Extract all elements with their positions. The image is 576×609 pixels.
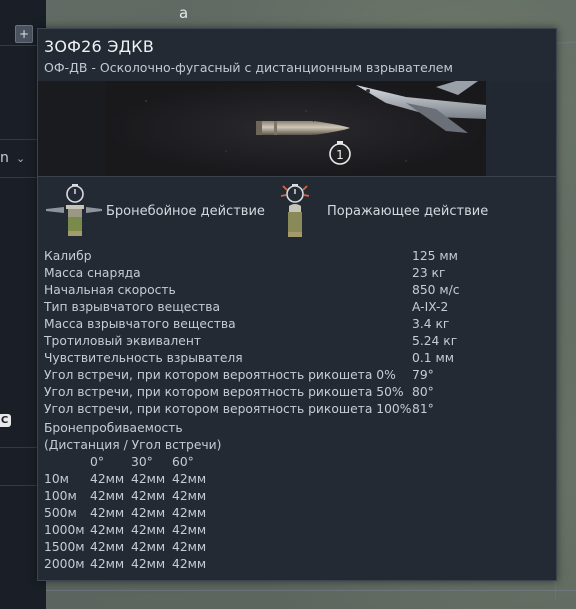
param-value: 79° — [412, 368, 434, 382]
penetration-cell: 42мм — [90, 472, 125, 486]
penetration-cell: 42мм — [131, 489, 166, 503]
shell-damaging-icon — [280, 184, 310, 237]
param-name: Угол встречи, при котором вероятность ри… — [44, 385, 404, 399]
angle-header: 30° — [131, 455, 153, 469]
penetration-row: 100м 42мм 42мм 42мм — [44, 488, 221, 505]
param-name: Масса снаряда — [44, 266, 141, 280]
penetration-cell: 42мм — [90, 506, 125, 520]
param-row: Масса снаряда 23 кг — [44, 265, 544, 282]
penetration-row: 1500м 42мм 42мм 42мм — [44, 539, 221, 556]
penetration-cell: 42мм — [131, 523, 166, 537]
distance-cell: 100м — [44, 489, 77, 503]
preview-left-area — [38, 81, 106, 176]
preview-badge: 1 — [336, 148, 344, 162]
penetration-row: 1000м 42мм 42мм 42мм — [44, 522, 221, 539]
divider — [38, 176, 556, 177]
penetration-cell: 42мм — [131, 472, 166, 486]
param-row: Калибр 125 мм — [44, 248, 544, 265]
param-name: Начальная скорость — [44, 283, 176, 297]
param-value: 80° — [412, 385, 434, 399]
distance-cell: 1000м — [44, 523, 85, 537]
penetration-cell: 42мм — [90, 540, 125, 554]
distance-cell: 10м — [44, 472, 69, 486]
shell-preview: 1 — [106, 81, 486, 176]
map-label: a — [179, 4, 189, 22]
damaging-label: Поражающее действие — [327, 204, 489, 219]
penetration-cell: 42мм — [90, 523, 125, 537]
param-value: 125 мм — [412, 249, 458, 263]
param-name: Калибр — [44, 249, 92, 263]
penetration-cell: 42мм — [90, 489, 125, 503]
shell-parameters: Калибр 125 мм Масса снаряда 23 кг Начальна… — [44, 248, 544, 418]
armor-piercing-label: Бронебойное действие — [106, 204, 265, 219]
param-row: Чувствительность взрывателя 0.1 мм — [44, 350, 544, 367]
param-value: 5.24 кг — [412, 334, 458, 348]
penetration-cell: 42мм — [90, 557, 125, 571]
param-value: A-IX-2 — [412, 300, 449, 314]
penetration-row: 10м 42мм 42мм 42мм — [44, 471, 221, 488]
add-button[interactable]: + — [15, 25, 33, 43]
penetration-subtitle: (Дистанция / Угол встречи) — [44, 438, 222, 452]
param-name: Масса взрывчатого вещества — [44, 317, 236, 331]
panel-select-text: n — [0, 150, 9, 166]
penetration-cell: 42мм — [172, 540, 207, 554]
param-name: Угол встречи, при котором вероятность ри… — [44, 368, 396, 382]
distance-cell: 500м — [44, 506, 77, 520]
shell-armor-piercing-icon — [46, 184, 102, 236]
preview-scene: 1 — [106, 81, 486, 176]
penetration-row: 500м 42мм 42мм 42мм — [44, 505, 221, 522]
angle-header: 60° — [172, 455, 194, 469]
param-name: Угол встречи, при котором вероятность ри… — [44, 402, 412, 416]
penetration-row: 2000м 42мм 42мм 42мм — [44, 556, 221, 573]
param-value: 3.4 кг — [412, 317, 450, 331]
distance-cell: 2000м — [44, 557, 85, 571]
map-grid-line — [46, 590, 576, 591]
preview-right-area — [486, 81, 556, 176]
penetration-title: Бронепробиваемость — [44, 421, 183, 435]
param-value: 0.1 мм — [412, 351, 455, 365]
param-value: 23 кг — [412, 266, 446, 280]
penetration-table: Бронепробиваемость (Дистанция / Угол вст… — [44, 420, 221, 573]
param-row: Тротиловый эквивалент 5.24 кг — [44, 333, 544, 350]
param-row: Угол встречи, при котором вероятность ри… — [44, 384, 544, 401]
param-row: Угол встречи, при котором вероятность ри… — [44, 367, 544, 384]
penetration-cell: 42мм — [172, 489, 207, 503]
penetration-cell: 42мм — [172, 557, 207, 571]
param-name: Тротиловый эквивалент — [44, 334, 202, 348]
penetration-cell: 42мм — [131, 540, 166, 554]
distance-cell: 1500м — [44, 540, 85, 554]
shell-subtitle: ОФ-ДВ - Осколочно-фугасный с дистанционн… — [44, 60, 453, 75]
param-row: Масса взрывчатого вещества 3.4 кг — [44, 316, 544, 333]
param-row: Угол встречи, при котором вероятность ри… — [44, 401, 544, 418]
param-row: Начальная скорость 850 м/с — [44, 282, 544, 299]
penetration-cell: 42мм — [172, 523, 207, 537]
chevron-down-icon[interactable]: ⌄ — [16, 152, 25, 165]
param-name: Тип взрывчатого вещества — [44, 300, 221, 314]
angle-header: 0° — [90, 455, 104, 469]
param-name: Чувствительность взрывателя — [44, 351, 243, 365]
shell-title: 3ОФ26 ЭДКВ — [44, 37, 154, 56]
param-value: 850 м/с — [412, 283, 460, 297]
capture-point-marker[interactable]: C — [0, 414, 11, 427]
penetration-header-row: 0° 30° 60° — [44, 454, 221, 471]
shell-tooltip: 3ОФ26 ЭДКВ ОФ-ДВ - Осколочно-фугасный с … — [37, 28, 557, 581]
param-value: 81° — [412, 402, 434, 416]
penetration-cell: 42мм — [172, 472, 207, 486]
penetration-cell: 42мм — [131, 557, 166, 571]
param-row: Тип взрывчатого вещества A-IX-2 — [44, 299, 544, 316]
penetration-cell: 42мм — [131, 506, 166, 520]
penetration-cell: 42мм — [172, 506, 207, 520]
